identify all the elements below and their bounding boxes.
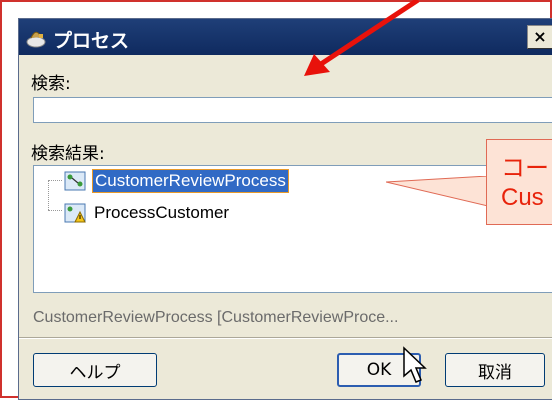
help-button[interactable]: ヘルプ xyxy=(33,353,157,387)
close-button[interactable]: × xyxy=(527,25,552,49)
tree-connector xyxy=(48,180,62,181)
cancel-button-label: 取消 xyxy=(478,362,512,383)
mouse-cursor-icon xyxy=(403,346,427,383)
app-icon xyxy=(26,31,46,48)
tree-connector xyxy=(48,180,49,210)
ok-button-label: OK xyxy=(366,360,392,380)
status-text: CustomerReviewProcess [CustomerReviewPro… xyxy=(33,309,399,326)
tree-connector xyxy=(48,210,62,211)
close-icon: × xyxy=(533,27,547,46)
search-label: 検索: xyxy=(31,74,71,94)
help-button-label: ヘルプ xyxy=(69,362,121,383)
cancel-button[interactable]: 取消 xyxy=(445,353,545,387)
tree-item-label: ProcessCustomer xyxy=(94,203,230,222)
process-warning-icon xyxy=(64,203,86,223)
search-input[interactable] xyxy=(33,97,552,123)
process-dialog: プロセス × 検索: 検索結果: CustomerReviewProcess P… xyxy=(18,18,552,400)
annotation-arrow-icon xyxy=(304,0,420,76)
annotation-callout: コー Cus xyxy=(486,139,552,225)
dialog-title: プロセス xyxy=(53,30,130,52)
results-label: 検索結果: xyxy=(31,144,105,164)
tree-item-process-customer[interactable]: ProcessCustomer xyxy=(64,200,231,226)
separator xyxy=(19,337,552,339)
title-bar[interactable]: プロセス × xyxy=(19,19,552,55)
process-icon xyxy=(64,171,86,191)
callout-pointer xyxy=(386,176,488,206)
tree-item-label: CustomerReviewProcess xyxy=(92,169,289,193)
tree-item-customer-review-process[interactable]: CustomerReviewProcess xyxy=(64,168,289,194)
callout-line-2: Cus xyxy=(501,184,544,211)
callout-line-1: コー xyxy=(501,155,549,182)
